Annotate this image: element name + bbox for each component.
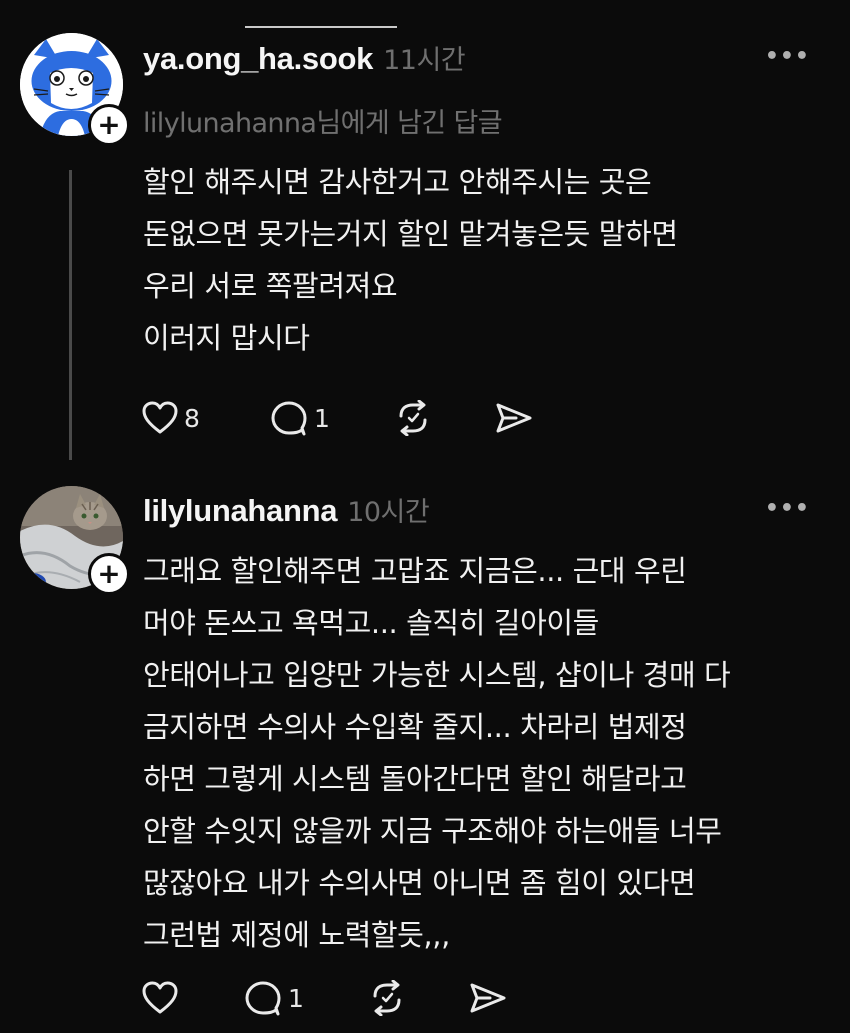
post-body-line: 돈없으면 못가는거지 할인 맡겨놓은듯 말하면	[143, 217, 678, 251]
repost-button[interactable]	[368, 978, 406, 1018]
post-body-line: 안태어나고 입양만 가능한 시스템, 샵이나 경매 다	[143, 658, 731, 692]
post-body-line: 머야 돈쓰고 욕먹고... 솔직히 길아이들	[143, 606, 599, 640]
heart-icon	[142, 401, 178, 434]
post-body-line: 그런법 제정에 노력할듯,,,	[143, 918, 450, 952]
share-button[interactable]	[494, 398, 534, 438]
post-body-line: 안할 수잇지 않을까 지금 구조해야 하는애들 너무	[143, 814, 722, 848]
like-button[interactable]: 8	[142, 398, 200, 438]
repost-button[interactable]	[394, 398, 432, 438]
reply-count: 1	[288, 983, 304, 1013]
comment-icon	[271, 401, 307, 436]
post-body: 할인 해주시면 감사한거고 안해주시는 곳은 돈없으면 못가는거지 할인 맡겨놓…	[143, 156, 678, 364]
like-count: 8	[184, 403, 200, 433]
share-button[interactable]	[468, 978, 508, 1018]
more-icon[interactable]: •••	[765, 44, 810, 69]
post-body-line: 그래요 할인해주면 고맙죠 지금은... 근대 우린	[143, 554, 687, 588]
share-icon	[470, 983, 506, 1013]
comment-icon	[245, 981, 281, 1016]
post-body-line: 많잖아요 내가 수의사면 아니면 좀 힘이 있다면	[143, 866, 696, 900]
repost-icon	[399, 400, 427, 436]
username-text[interactable]: ya.ong_ha.sook	[143, 41, 373, 76]
post-body: 그래요 할인해주면 고맙죠 지금은... 근대 우린 머야 돈쓰고 욕먹고...…	[143, 545, 731, 961]
post-body-line: 이러지 맙시다	[143, 321, 310, 355]
username[interactable]: ya.ong_ha.sook 11시간	[143, 38, 466, 77]
post-body-line: 할인 해주시면 감사한거고 안해주시는 곳은	[143, 165, 652, 199]
timestamp: 10시간	[347, 497, 430, 528]
comment-button[interactable]: 1	[270, 398, 330, 438]
post-body-line: 하면 그렇게 시스템 돌아간다면 할인 해달라고	[143, 762, 687, 796]
reply-context[interactable]: lilylunahanna님에게 남긴 답글	[143, 101, 503, 140]
username-text[interactable]: lilylunahanna	[143, 493, 338, 528]
thread-line	[69, 170, 72, 460]
like-button[interactable]	[142, 978, 184, 1018]
timestamp: 11시간	[383, 45, 466, 76]
comment-button[interactable]: 1	[244, 978, 304, 1018]
share-icon	[496, 403, 532, 433]
follow-plus-icon[interactable]: +	[88, 553, 130, 595]
follow-plus-icon[interactable]: +	[88, 104, 130, 146]
reply-post: + ya.ong_ha.sook 11시간 ••• lilylunahanna님에…	[0, 0, 850, 470]
repost-icon	[373, 980, 401, 1016]
more-icon[interactable]: •••	[765, 496, 810, 521]
username[interactable]: lilylunahanna 10시간	[143, 490, 430, 529]
post-body-line: 우리 서로 쪽팔려져요	[143, 269, 398, 303]
reply-count: 1	[314, 403, 330, 433]
post-body-line: 금지하면 수의사 수입확 줄지... 차라리 법제정	[143, 710, 687, 744]
heart-icon	[142, 981, 178, 1014]
